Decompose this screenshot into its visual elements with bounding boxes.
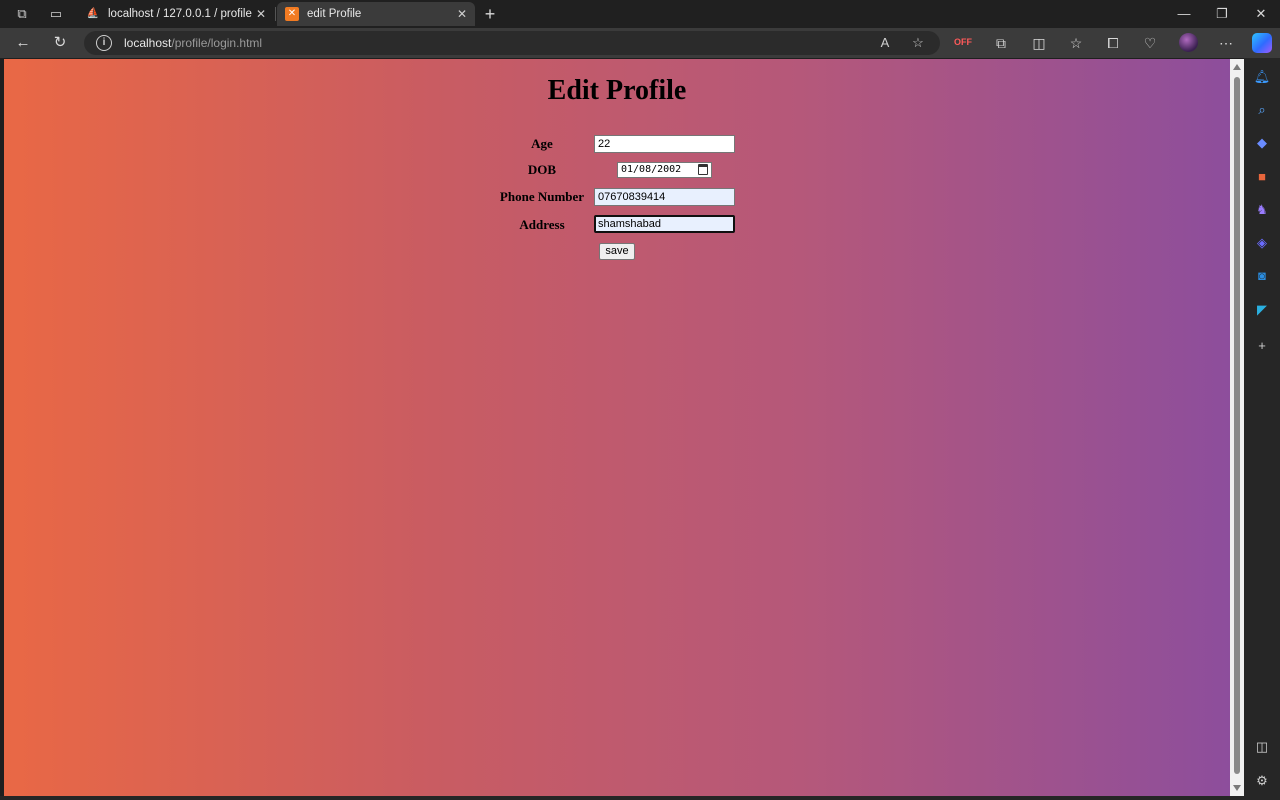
dob-row: DOB 01/08/2002	[4, 160, 1230, 180]
copilot-icon[interactable]	[1252, 33, 1272, 53]
read-aloud-icon[interactable]: A	[876, 34, 894, 52]
refresh-button[interactable]: ↻	[48, 32, 72, 54]
drop-icon[interactable]: ◤	[1253, 301, 1271, 319]
scroll-down-arrow-icon[interactable]	[1233, 785, 1241, 791]
collections-icon[interactable]: ⧠	[1102, 32, 1124, 54]
extensions-icon[interactable]: ⧉	[990, 32, 1012, 54]
age-label: Age	[531, 136, 553, 151]
tab-title: localhost / 127.0.0.1 / profile / us	[108, 8, 252, 20]
edge-sidebar: 🔔︎ ⌕ ◆ ■ ♞ ◈ ◙ ◤ + ◫ ⚙	[1244, 58, 1280, 800]
extension-off-badge[interactable]: OFF	[953, 34, 973, 50]
phone-label: Phone Number	[499, 189, 585, 204]
settings-more-icon[interactable]: ⋯	[1215, 32, 1237, 54]
tab-phpmyadmin[interactable]: ⛵ localhost / 127.0.0.1 / profile / us ✕	[78, 2, 274, 26]
xampp-icon: ✕	[285, 7, 299, 21]
scroll-up-arrow-icon[interactable]	[1233, 64, 1241, 70]
browser-essentials-icon[interactable]: ♡	[1139, 32, 1161, 54]
address-url[interactable]: localhost/profile/login.html	[124, 36, 262, 50]
workspaces-icon[interactable]: ⧉	[13, 5, 31, 23]
dob-label: DOB	[527, 162, 557, 177]
tab-edit-profile[interactable]: ✕ edit Profile ✕	[277, 2, 475, 26]
tools-icon[interactable]: ■	[1253, 168, 1271, 186]
page-scrollbar[interactable]	[1230, 59, 1244, 796]
shopping-tag-icon[interactable]: ◆	[1253, 134, 1271, 152]
games-icon[interactable]: ♞	[1253, 201, 1271, 219]
phone-row: Phone Number	[4, 187, 1230, 207]
browser-toolbar: ← ↻ i localhost/profile/login.html A ☆ ⧉…	[0, 28, 1280, 58]
window-bottom-edge	[0, 796, 1244, 800]
profile-avatar[interactable]	[1179, 33, 1198, 52]
address-label: Address	[519, 217, 565, 232]
tab-strip: ⧉ ▭ ⛵ localhost / 127.0.0.1 / profile / …	[0, 0, 1280, 28]
age-row: Age	[4, 134, 1230, 154]
tab-title: edit Profile	[307, 8, 362, 20]
url-host: localhost	[124, 36, 172, 50]
split-screen-icon[interactable]: ◫	[1028, 32, 1050, 54]
minimize-button[interactable]: —	[1169, 4, 1199, 24]
page-title: Edit Profile	[547, 75, 687, 106]
address-input[interactable]	[594, 215, 735, 233]
notification-bell-icon[interactable]: 🔔︎	[1253, 68, 1271, 86]
favorites-icon[interactable]: ☆	[1065, 32, 1087, 54]
close-window-button[interactable]: ✕	[1246, 4, 1276, 24]
address-bar[interactable]: i localhost/profile/login.html A ☆	[84, 31, 940, 55]
dob-value: 01/08/2002	[621, 164, 682, 175]
calendar-icon[interactable]	[698, 164, 708, 175]
hide-sidebar-icon[interactable]: ◫	[1253, 738, 1271, 756]
back-button[interactable]: ←	[11, 32, 35, 54]
restore-button[interactable]: ❐	[1207, 4, 1237, 24]
search-icon[interactable]: ⌕	[1253, 101, 1271, 119]
vertical-tabs-icon[interactable]: ▭	[47, 5, 65, 23]
add-sidebar-app-icon[interactable]: +	[1253, 337, 1271, 355]
sidebar-settings-icon[interactable]: ⚙	[1253, 772, 1271, 790]
save-button[interactable]: save	[599, 243, 635, 260]
dob-date-input[interactable]: 01/08/2002	[617, 162, 712, 178]
new-tab-button[interactable]: +	[480, 4, 500, 24]
outlook-icon[interactable]: ◙	[1253, 267, 1271, 285]
url-path: /profile/login.html	[171, 36, 263, 50]
tab-separator	[275, 7, 276, 21]
scroll-thumb[interactable]	[1234, 77, 1240, 774]
phpmyadmin-icon: ⛵	[86, 8, 100, 19]
close-tab-icon[interactable]: ✕	[252, 7, 270, 21]
page-viewport: Edit Profile Age DOB 01/08/2002 Phone Nu…	[4, 59, 1230, 796]
phone-input[interactable]	[594, 188, 735, 206]
site-info-icon[interactable]: i	[96, 35, 112, 51]
address-row: Address	[4, 215, 1230, 235]
close-tab-icon[interactable]: ✕	[453, 7, 471, 21]
copilot-sidebar-icon[interactable]: ◈	[1253, 234, 1271, 252]
favorite-star-icon[interactable]: ☆	[909, 34, 927, 52]
age-input[interactable]	[594, 135, 735, 153]
